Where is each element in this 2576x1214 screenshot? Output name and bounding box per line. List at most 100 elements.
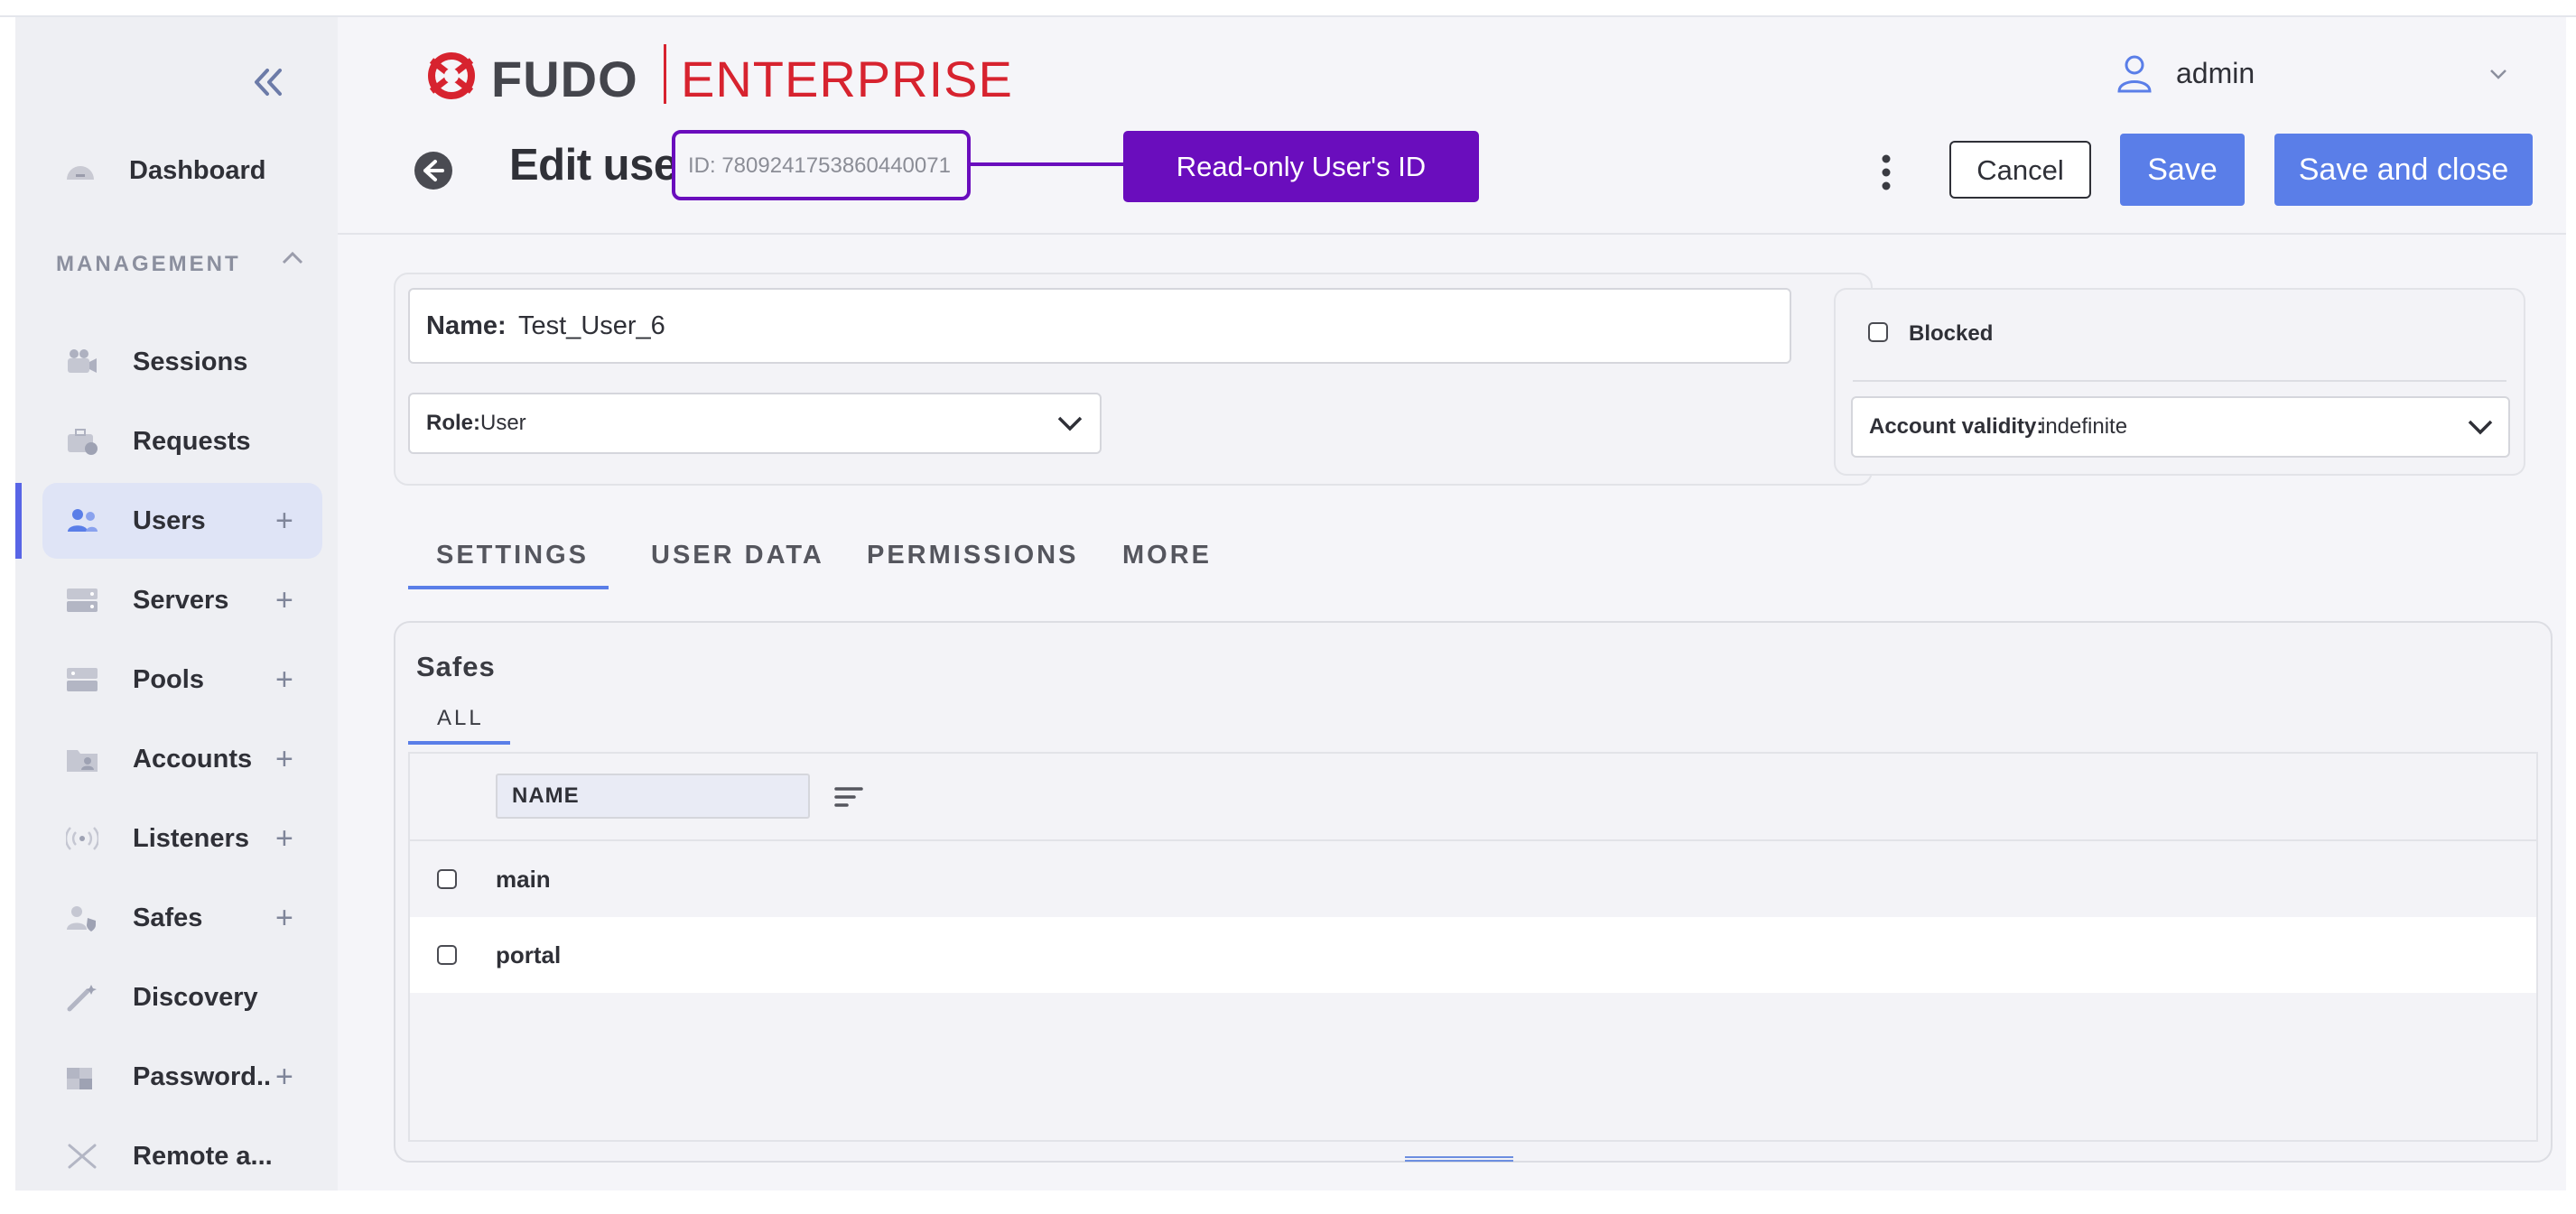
- app-window: Dashboard MANAGEMENT Sessions Requests U…: [15, 17, 2566, 1191]
- account-validity-select[interactable]: Account validity: indefinite: [1851, 396, 2510, 458]
- section-label-management: MANAGEMENT: [56, 252, 241, 276]
- role-label: Role:: [426, 411, 480, 435]
- sidebar-item-accounts[interactable]: Accounts +: [42, 721, 322, 797]
- sidebar-item-label: Password..: [133, 1062, 272, 1091]
- video-camera-icon: [68, 349, 97, 373]
- resize-handle[interactable]: [1405, 1156, 1513, 1162]
- subtab-all[interactable]: ALL: [437, 706, 484, 731]
- chevron-up-icon[interactable]: [279, 245, 306, 272]
- name-field[interactable]: Name: Test_User_6: [408, 288, 1791, 364]
- sidebar-item-label: Users: [133, 506, 206, 535]
- sidebar-item-listeners[interactable]: Listeners +: [42, 801, 322, 876]
- tab-user-data[interactable]: USER DATA: [651, 541, 824, 570]
- sidebar-item-label: Accounts: [133, 745, 253, 774]
- sidebar-item-users[interactable]: Users +: [42, 483, 322, 559]
- add-pool-button[interactable]: +: [275, 642, 293, 718]
- sidebar-item-safes[interactable]: Safes +: [42, 880, 322, 956]
- user-icon[interactable]: [2116, 53, 2153, 93]
- tab-more[interactable]: MORE: [1122, 541, 1212, 570]
- row-checkbox[interactable]: [437, 869, 457, 889]
- logo-text: FUDO: [491, 51, 638, 107]
- server-pool-icon: [67, 668, 98, 691]
- magic-wand-icon: [67, 985, 97, 1012]
- user-id-box: ID: 7809241753860440071: [672, 130, 971, 200]
- logo-suffix: ENTERPRISE: [681, 51, 1013, 107]
- sidebar-item-remote-access[interactable]: Remote a...: [42, 1118, 322, 1191]
- sidebar-item-label: Remote a...: [133, 1142, 273, 1171]
- save-and-close-button[interactable]: Save and close: [2274, 134, 2533, 206]
- briefcase-clock-icon: [68, 429, 98, 455]
- sidebar-item-label: Dashboard: [129, 156, 266, 185]
- status-divider: [1853, 380, 2506, 382]
- active-tab-underline: [408, 586, 609, 589]
- chevron-down-icon[interactable]: [2487, 62, 2510, 86]
- add-user-button[interactable]: +: [275, 483, 293, 559]
- fudo-logo-icon: [428, 52, 475, 99]
- dashboard-gauge-icon: [67, 166, 94, 180]
- table-row[interactable]: main: [410, 841, 2536, 917]
- sidebar-item-requests[interactable]: Requests: [42, 403, 322, 479]
- sidebar-item-label: Sessions: [133, 348, 248, 376]
- cancel-button[interactable]: Cancel: [1949, 141, 2091, 199]
- safes-title: Safes: [416, 651, 496, 682]
- user-shield-icon: [67, 906, 96, 931]
- sidebar-item-label: Safes: [133, 904, 203, 932]
- sidebar-item-label: Pools: [133, 665, 204, 694]
- add-account-button[interactable]: +: [275, 721, 293, 797]
- callout-label: Read-only User's ID: [1123, 131, 1479, 202]
- sidebar-item-sessions[interactable]: Sessions: [42, 324, 322, 400]
- sidebar-item-dashboard[interactable]: Dashboard: [42, 133, 322, 209]
- sort-icon[interactable]: [834, 784, 863, 810]
- server-icon: [67, 588, 98, 612]
- row-checkbox[interactable]: [437, 945, 457, 965]
- users-icon: [68, 509, 98, 532]
- name-value[interactable]: Test_User_6: [518, 290, 665, 362]
- puzzle-key-icon: [67, 1068, 92, 1089]
- logo-divider: [664, 44, 666, 104]
- tab-permissions[interactable]: PERMISSIONS: [867, 541, 1078, 570]
- add-password-changer-button[interactable]: +: [275, 1039, 293, 1115]
- fudo-logo: FUDO ENTERPRISE: [419, 44, 1012, 107]
- chevron-down-icon: [2468, 420, 2493, 435]
- add-server-button[interactable]: +: [275, 562, 293, 638]
- collapse-sidebar-icon[interactable]: [246, 60, 291, 105]
- back-icon[interactable]: [414, 152, 452, 190]
- save-button[interactable]: Save: [2120, 134, 2245, 206]
- page-title: Edit user: [509, 141, 695, 190]
- sidebar-item-servers[interactable]: Servers +: [42, 562, 322, 638]
- sidebar-item-discovery[interactable]: Discovery: [42, 959, 322, 1035]
- more-options-icon[interactable]: [1873, 151, 1900, 194]
- callout-connector: [971, 162, 1123, 166]
- window-top-strip: [0, 0, 2576, 17]
- chevron-down-icon: [1057, 416, 1083, 431]
- sidebar-item-label: Discovery: [133, 983, 258, 1012]
- user-id-text: ID: 7809241753860440071: [688, 153, 951, 178]
- sidebar-item-password-changers[interactable]: Password.. +: [42, 1039, 322, 1115]
- header-divider: [338, 233, 2566, 235]
- sidebar-item-label: Requests: [133, 427, 251, 456]
- broadcast-icon: [66, 827, 98, 850]
- validity-label: Account validity:: [1869, 414, 2044, 439]
- blocked-checkbox[interactable]: [1868, 322, 1888, 342]
- subtab-underline: [408, 741, 510, 745]
- add-listener-button[interactable]: +: [275, 801, 293, 876]
- active-indicator: [15, 483, 22, 559]
- column-header-label: NAME: [512, 783, 580, 808]
- tab-settings[interactable]: SETTINGS: [436, 541, 589, 570]
- add-safe-button[interactable]: +: [275, 880, 293, 956]
- validity-value: indefinite: [2041, 414, 2128, 439]
- row-label: main: [496, 866, 551, 893]
- user-name[interactable]: admin: [2176, 57, 2255, 90]
- column-header-name[interactable]: NAME: [496, 774, 810, 819]
- sidebar-item-label: Listeners: [133, 824, 249, 853]
- row-label: portal: [496, 941, 562, 968]
- role-select[interactable]: Role: User: [408, 393, 1102, 454]
- sidebar-item-pools[interactable]: Pools +: [42, 642, 322, 718]
- sidebar-item-label: Servers: [133, 586, 229, 615]
- name-label: Name:: [426, 311, 507, 340]
- folder-user-icon: [67, 750, 98, 772]
- safes-table: NAME main portal: [408, 752, 2538, 1142]
- main-content: FUDO ENTERPRISE admin Edit user ID: 7809…: [338, 17, 2566, 1191]
- table-row[interactable]: portal: [410, 917, 2536, 993]
- blocked-label: Blocked: [1909, 321, 1994, 346]
